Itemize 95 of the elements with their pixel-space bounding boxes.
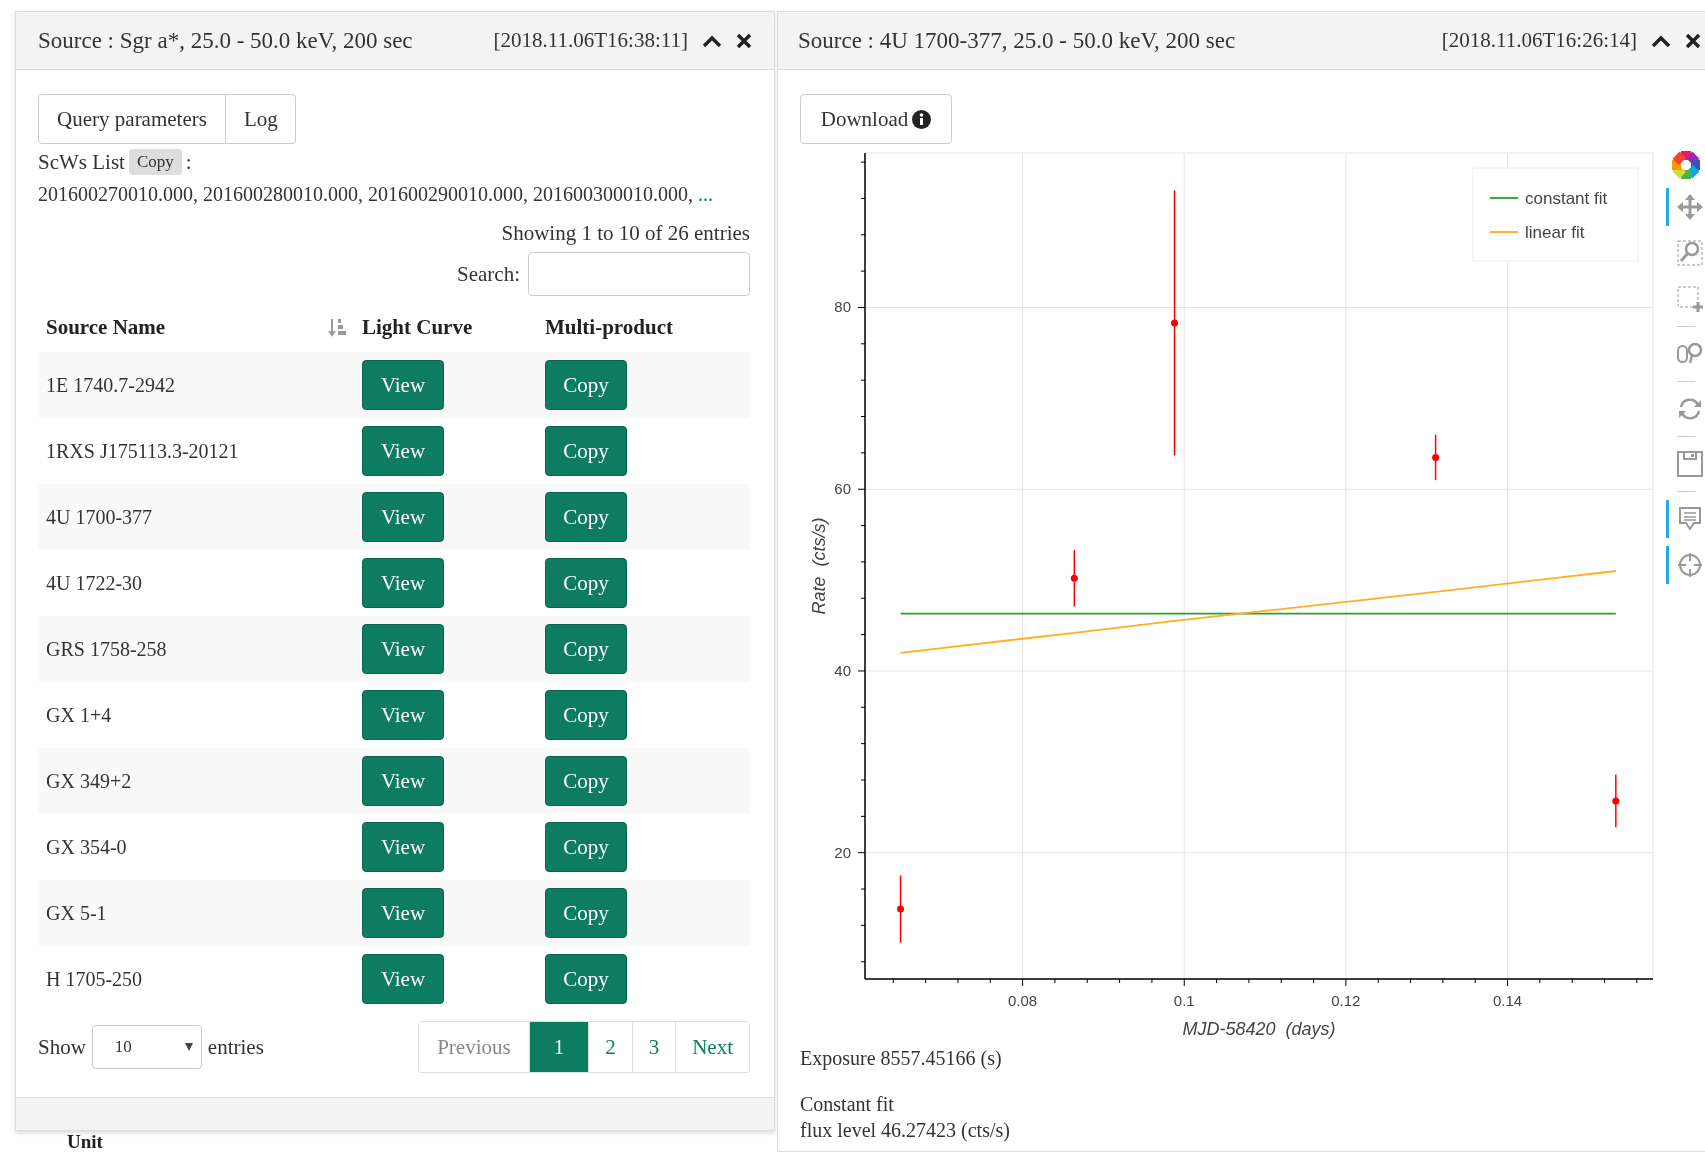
point [1171,319,1179,327]
y-tick-label: 40 [834,661,851,679]
source-name: GX 1+4 [46,703,112,727]
unit-label: Unit [67,1131,103,1152]
x-tick-label: 0.08 [1008,992,1038,1009]
more-link[interactable]: ... [698,183,713,205]
x-tick-label: 0.12 [1331,992,1361,1009]
x-axis-label: MJD-58420 (days) [1182,1019,1336,1039]
save-icon [1676,451,1703,477]
source-name: H 1705-250 [46,967,143,991]
reset-icon [1676,396,1703,422]
copy-button[interactable]: Copy [545,690,627,740]
panel-title: Source : Sgr a*, 25.0 - 50.0 keV, 200 sec [38,27,413,54]
copy-button[interactable]: Copy [545,822,627,872]
pan-icon [1676,194,1703,220]
close-icon[interactable] [1685,32,1701,49]
copy-button[interactable]: Copy [545,888,627,938]
point [1612,797,1620,805]
source-name: 1RXS J175113.3-20121 [46,439,239,463]
source-name: 4U 1700-377 [46,505,153,529]
source-name: GX 349+2 [46,769,132,793]
collapse-icon[interactable] [1651,33,1671,48]
summary-text: flux level 46.27423 (cts/s) [800,1119,1011,1144]
collapse-icon[interactable] [702,33,722,48]
tool-button[interactable] [1665,546,1705,584]
data-point [897,874,905,944]
page-button[interactable]: 1 [528,1022,589,1072]
show-label: Show [38,1034,86,1060]
timestamp: [2018.11.06T16:26:14] [1441,28,1637,53]
logo-icon [1671,150,1701,180]
scws-label: ScWs List [38,149,125,175]
x-tick-label: 0.14 [1492,992,1523,1009]
y-tick-label: 60 [834,480,851,498]
page-button[interactable]: Next [675,1022,749,1072]
view-button[interactable]: View [362,954,444,1004]
source-name: 4U 1722-30 [46,571,143,595]
crosshair-icon [1676,552,1703,578]
y-tick-label: 20 [834,843,851,861]
source-name: GRS 1758-258 [46,637,167,661]
summary-text: Exposure 8557.45166 (s) [800,1047,1003,1072]
view-button[interactable]: View [362,360,444,410]
download-button[interactable]: Download [800,94,952,144]
entries-select[interactable]: 10 [91,1025,202,1069]
legend-label: constant fit [1525,189,1608,208]
view-button[interactable]: View [362,558,444,608]
entries-label: entries [207,1034,264,1060]
copy-button[interactable]: Copy [545,624,627,674]
caret-icon [184,1043,193,1051]
x-tick-label: 0.1 [1173,992,1195,1009]
point [1432,453,1440,461]
entries-info: Showing 1 to 10 of 26 entries [500,221,750,246]
summary-text: Constant fit [800,1093,895,1117]
close-icon[interactable] [736,32,752,49]
legend-label: linear fit [1525,223,1585,242]
view-button[interactable]: View [362,624,444,674]
view-button[interactable]: View [362,690,444,740]
column-header: Multi-product [545,314,673,340]
comment-icon [1676,506,1703,532]
copy-button[interactable]: Copy [545,426,627,476]
tool-button[interactable] [1665,188,1705,226]
data-point [1612,773,1620,828]
view-button[interactable]: View [362,756,444,806]
view-button[interactable]: View [362,492,444,542]
data-point [1070,549,1078,608]
tab[interactable]: Query parameters [38,94,226,144]
source-name: GX 354-0 [46,835,127,859]
column-header: Source Name [46,314,166,340]
source-name: 1E 1740.7-2942 [46,373,175,397]
y-axis-label: Rate (cts/s) [809,517,829,615]
copy-button[interactable]: Copy [545,558,627,608]
view-button[interactable]: View [362,822,444,872]
box-zoom-icon [1676,240,1703,266]
timestamp: [2018.11.06T16:38:11] [493,28,688,53]
copy-button[interactable]: Copy [545,492,627,542]
panel-title: Source : 4U 1700-377, 25.0 - 50.0 keV, 200 sec [798,27,1236,54]
info-icon [912,109,932,129]
search-field[interactable] [528,252,750,296]
column-header: Light Curve [362,314,473,340]
separator-text: : [185,149,192,175]
data-point [1432,433,1440,481]
sort-icon[interactable] [328,317,348,337]
tab[interactable]: Log [226,94,296,144]
search-label: Search: [457,261,520,287]
source-name: GX 5-1 [46,901,107,925]
point [1070,574,1078,582]
view-button[interactable]: View [362,888,444,938]
copy-button[interactable]: Copy [545,756,627,806]
copy-button[interactable]: Copy [128,149,182,175]
view-button[interactable]: View [362,426,444,476]
copy-button[interactable]: Copy [545,954,627,1004]
point [897,905,905,913]
box-select-icon [1676,286,1703,312]
copy-button[interactable]: Copy [545,360,627,410]
scws-values-text: 201600270010.000, 201600280010.000, 201600290010.000, 201600300010.000, [38,183,693,205]
y-tick-label: 80 [834,298,851,316]
